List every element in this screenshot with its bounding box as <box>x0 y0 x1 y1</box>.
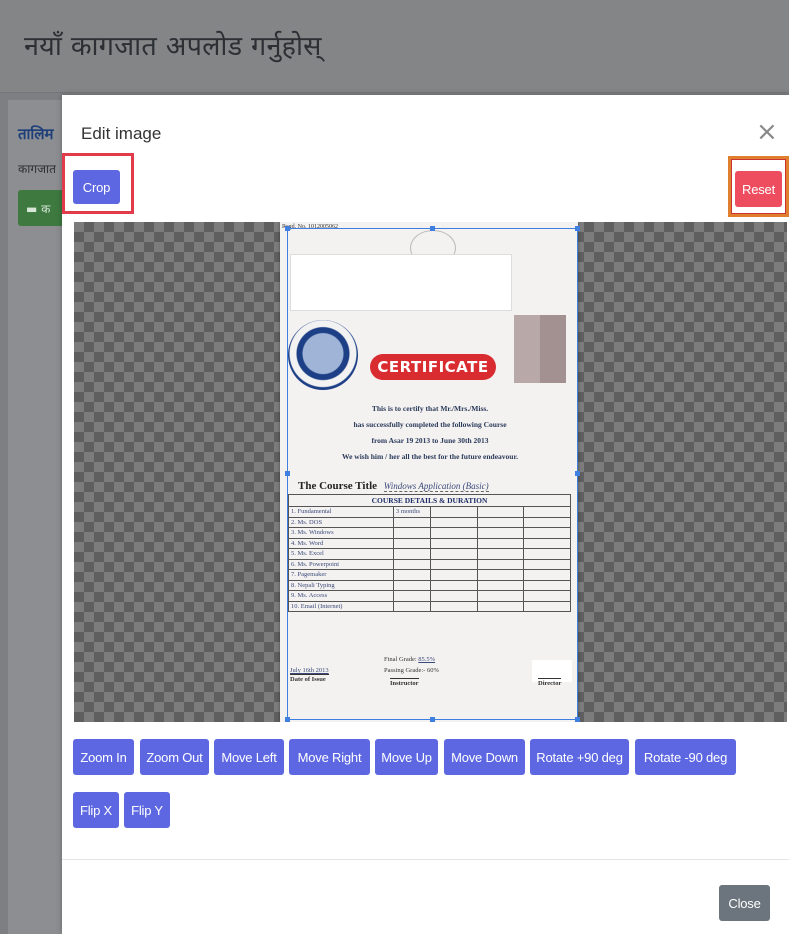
close-icon[interactable]: × <box>756 119 778 145</box>
crop-canvas[interactable]: Regd. No. 1012005062 CERTIFICATE This is… <box>74 222 787 722</box>
background-link[interactable]: तालिम <box>18 124 53 144</box>
zoom-in-button[interactable]: Zoom In <box>73 739 134 775</box>
crop-handle[interactable] <box>575 471 580 476</box>
crop-handle[interactable] <box>285 226 290 231</box>
background-text: कागजात <box>18 162 56 176</box>
edit-image-modal: Edit image × Crop Reset Regd. No. 101200… <box>62 95 789 934</box>
move-up-button[interactable]: Move Up <box>375 739 438 775</box>
rotate-minus-90-button[interactable]: Rotate -90 deg <box>635 739 736 775</box>
rotate-plus-90-button[interactable]: Rotate +90 deg <box>530 739 629 775</box>
modal-title: Edit image <box>81 124 162 143</box>
zoom-out-button[interactable]: Zoom Out <box>140 739 209 775</box>
crop-button[interactable]: Crop <box>73 170 120 204</box>
crop-handle[interactable] <box>285 717 290 722</box>
modal-footer-divider <box>62 859 789 860</box>
flip-x-button[interactable]: Flip X <box>73 792 119 828</box>
move-left-button[interactable]: Move Left <box>214 739 284 775</box>
crop-handle[interactable] <box>430 717 435 722</box>
flip-y-button[interactable]: Flip Y <box>124 792 170 828</box>
crop-selection-box[interactable] <box>285 226 580 722</box>
reset-button[interactable]: Reset <box>735 171 782 207</box>
crop-handle[interactable] <box>430 226 435 231</box>
crop-handle[interactable] <box>575 226 580 231</box>
page-header: नयाँ कागजात अपलोड गर्नुहोस् <box>0 0 789 93</box>
crop-handle[interactable] <box>575 717 580 722</box>
page-title: नयाँ कागजात अपलोड गर्नुहोस् <box>24 31 322 62</box>
crop-handle[interactable] <box>285 471 290 476</box>
close-button[interactable]: Close <box>719 885 770 921</box>
move-right-button[interactable]: Move Right <box>289 739 370 775</box>
move-down-button[interactable]: Move Down <box>444 739 525 775</box>
